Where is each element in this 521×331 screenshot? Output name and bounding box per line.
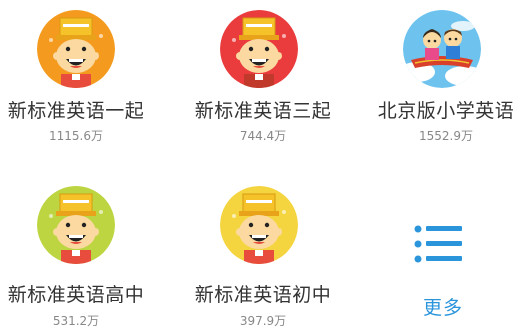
- book-item-xinbiaozhun-yiqi[interactable]: 新标准英语一起 1115.6万: [0, 0, 174, 165]
- book-grid: 新标准英语一起 1115.6万 新标准英语三起 744.4万 北京版小学英语 1…: [0, 0, 521, 331]
- book-item-xinbiaozhun-sanqi[interactable]: 新标准英语三起 744.4万: [174, 0, 348, 165]
- cartoon-boy-icon: [37, 186, 115, 264]
- book-title: 新标准英语三起: [194, 100, 332, 122]
- more-label: 更多: [422, 297, 463, 319]
- book-item-xinbiaozhun-chuzhong[interactable]: 新标准英语初中 397.9万: [174, 165, 348, 330]
- list-icon: [414, 223, 466, 267]
- flying-carpet-kids-icon: [403, 10, 481, 88]
- book-download-count: 744.4万: [239, 129, 287, 143]
- book-title: 新标准英语初中: [194, 284, 332, 306]
- book-download-count: 1115.6万: [49, 129, 103, 143]
- book-item-beijing-xiaoxue[interactable]: 北京版小学英语 1552.9万: [348, 0, 521, 165]
- book-download-count: 531.2万: [52, 314, 100, 328]
- cartoon-boy-icon: [37, 10, 115, 88]
- cartoon-boy-icon: [220, 10, 298, 88]
- cartoon-boy-icon: [220, 186, 298, 264]
- book-title: 新标准英语一起: [7, 100, 145, 122]
- book-title: 北京版小学英语: [377, 100, 515, 122]
- more-button[interactable]: 更多: [348, 165, 521, 330]
- book-title: 新标准英语高中: [7, 284, 145, 306]
- book-download-count: 397.9万: [239, 314, 287, 328]
- book-download-count: 1552.9万: [419, 129, 473, 143]
- book-item-xinbiaozhun-gaozhong[interactable]: 新标准英语高中 531.2万: [0, 165, 174, 330]
